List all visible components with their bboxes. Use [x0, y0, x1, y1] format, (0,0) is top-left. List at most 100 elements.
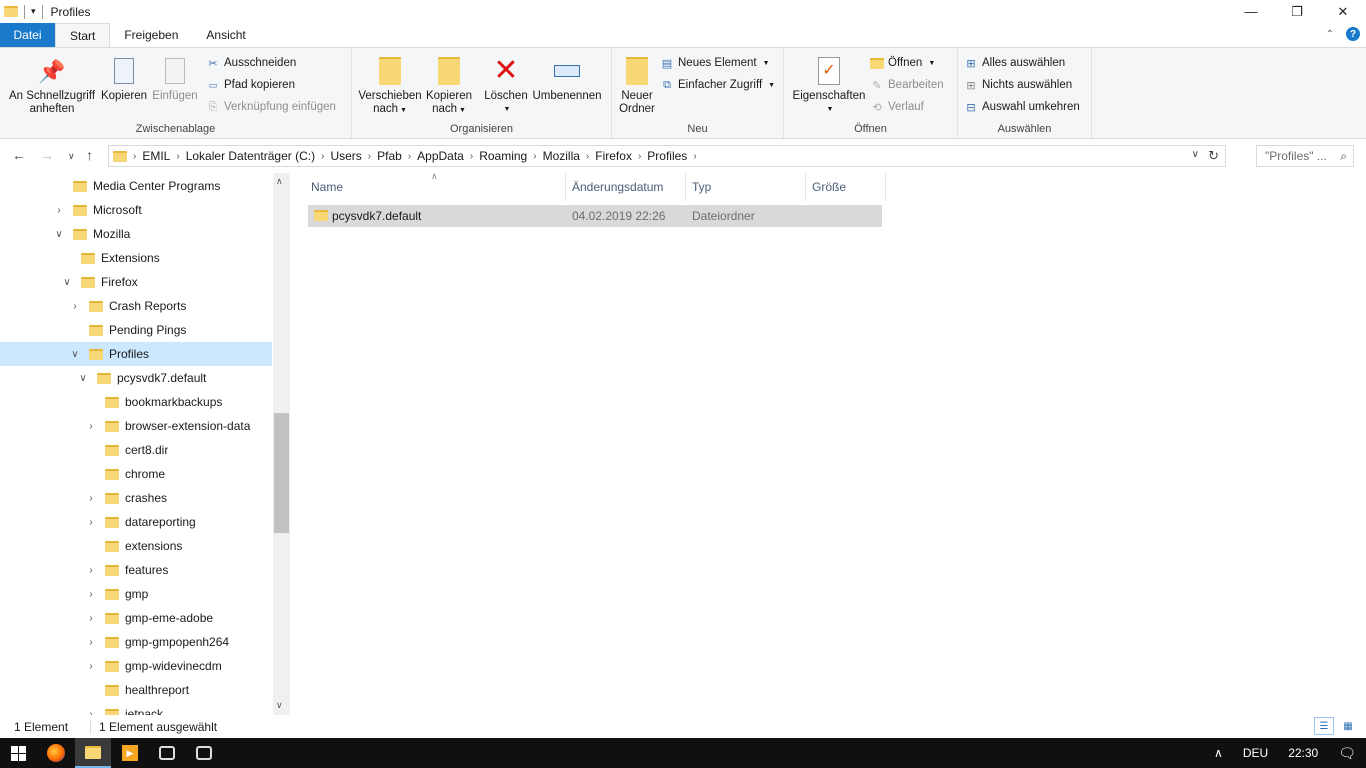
- address-bar[interactable]: › EMIL › Lokaler Datenträger (C:) › Users ›…: [108, 145, 1226, 167]
- chevron-right-icon[interactable]: ›: [84, 493, 98, 504]
- scroll-up-icon[interactable]: ∧: [276, 176, 283, 187]
- refresh-icon[interactable]: ↻: [1208, 148, 1219, 164]
- tree-item[interactable]: › gmp-gmpopenh264: [0, 630, 272, 654]
- chevron-right-icon[interactable]: ›: [533, 151, 536, 162]
- new-folder-button[interactable]: Neuer Ordner: [616, 54, 658, 116]
- restore-button[interactable]: ❐: [1274, 0, 1320, 23]
- tree-item[interactable]: extensions: [0, 534, 272, 558]
- history-button[interactable]: ⟲ Verlauf: [870, 98, 923, 116]
- help-icon[interactable]: ?: [1346, 27, 1360, 41]
- chevron-down-icon[interactable]: ∨: [1192, 149, 1199, 160]
- chevron-right-icon[interactable]: ›: [84, 613, 98, 624]
- tree-item[interactable]: › jetpack: [0, 702, 272, 715]
- tree-item[interactable]: › gmp-widevinecdm: [0, 654, 272, 678]
- new-item-button[interactable]: ▤ Neues Element ▼: [660, 54, 770, 72]
- search-icon[interactable]: ⌕: [1340, 149, 1347, 164]
- tree-item-selected[interactable]: ∨ Profiles: [0, 342, 272, 366]
- chevron-right-icon[interactable]: ›: [321, 151, 324, 162]
- chevron-right-icon[interactable]: ›: [84, 565, 98, 576]
- breadcrumb-item[interactable]: Mozilla: [543, 149, 580, 163]
- tree-item[interactable]: chrome: [0, 462, 272, 486]
- navigation-scrollbar[interactable]: ∧ ∨: [273, 173, 290, 715]
- chevron-right-icon[interactable]: ›: [84, 517, 98, 528]
- breadcrumb-item[interactable]: Users: [330, 149, 361, 163]
- column-header-type[interactable]: Typ: [686, 173, 806, 201]
- select-all-button[interactable]: ⊞ Alles auswählen: [964, 54, 1065, 72]
- breadcrumb-item[interactable]: Firefox: [595, 149, 632, 163]
- select-none-button[interactable]: ⊞ Nichts auswählen: [964, 76, 1072, 94]
- tree-item[interactable]: › gmp-eme-adobe: [0, 606, 272, 630]
- tree-item[interactable]: Extensions: [0, 246, 272, 270]
- notifications-icon[interactable]: 🗨: [1328, 745, 1366, 762]
- chevron-right-icon[interactable]: ›: [52, 205, 66, 216]
- paste-button[interactable]: Einfügen: [150, 54, 200, 103]
- chevron-right-icon[interactable]: ›: [68, 301, 82, 312]
- chevron-right-icon[interactable]: ›: [586, 151, 589, 162]
- chevron-right-icon[interactable]: ›: [408, 151, 411, 162]
- column-header-size[interactable]: Größe: [806, 173, 886, 201]
- breadcrumb-item[interactable]: AppData: [417, 149, 464, 163]
- tab-view[interactable]: Ansicht: [192, 23, 259, 47]
- breadcrumb-item[interactable]: Profiles: [647, 149, 687, 163]
- pin-to-quick-access-button[interactable]: 📌 An Schnellzugriff anheften: [6, 54, 98, 116]
- tab-start[interactable]: Start: [55, 23, 111, 47]
- file-explorer-taskbar-button[interactable]: [75, 738, 111, 768]
- tree-item[interactable]: › gmp: [0, 582, 272, 606]
- open-button[interactable]: Öffnen ▼: [870, 54, 935, 72]
- minimize-button[interactable]: —: [1228, 0, 1274, 23]
- chevron-right-icon[interactable]: ›: [84, 661, 98, 672]
- chevron-down-icon[interactable]: ∨: [68, 349, 82, 360]
- chevron-right-icon[interactable]: ›: [693, 151, 696, 162]
- tree-item[interactable]: bookmarkbackups: [0, 390, 272, 414]
- move-to-button[interactable]: Verschieben nach ▼: [356, 54, 424, 117]
- app-taskbar-button[interactable]: [186, 738, 222, 768]
- breadcrumb-item[interactable]: Roaming: [479, 149, 527, 163]
- start-button[interactable]: [0, 738, 36, 768]
- customize-quick-access-icon[interactable]: ▾: [31, 6, 36, 17]
- large-icons-view-icon[interactable]: ▦: [1338, 717, 1358, 735]
- firefox-taskbar-button[interactable]: [38, 738, 74, 768]
- collapse-ribbon-icon[interactable]: ⌃: [1326, 29, 1334, 40]
- forward-arrow-icon[interactable]: →: [40, 147, 54, 163]
- tree-item[interactable]: Pending Pings: [0, 318, 272, 342]
- chevron-right-icon[interactable]: ›: [176, 151, 179, 162]
- media-player-taskbar-button[interactable]: ▶: [112, 738, 148, 768]
- chevron-down-icon[interactable]: ∨: [52, 229, 66, 240]
- search-input[interactable]: "Profiles" ... ⌕: [1256, 145, 1354, 167]
- chevron-right-icon[interactable]: ›: [368, 151, 371, 162]
- close-button[interactable]: ✕: [1320, 0, 1366, 23]
- edit-button[interactable]: ✎ Bearbeiten: [870, 76, 943, 94]
- up-arrow-icon[interactable]: ↑: [86, 147, 93, 163]
- details-view-icon[interactable]: ☰: [1314, 717, 1334, 735]
- paste-shortcut-button[interactable]: ⎘ Verknüpfung einfügen: [206, 98, 336, 116]
- invert-selection-button[interactable]: ⊟ Auswahl umkehren: [964, 98, 1079, 116]
- tree-item[interactable]: › Crash Reports: [0, 294, 272, 318]
- clock[interactable]: 22:30: [1278, 746, 1328, 760]
- tree-item[interactable]: › crashes: [0, 486, 272, 510]
- copy-button[interactable]: Kopieren: [100, 54, 148, 103]
- cut-button[interactable]: ✂ Ausschneiden: [206, 54, 296, 72]
- copy-path-button[interactable]: ▭ Pfad kopieren: [206, 76, 295, 94]
- scrollbar-thumb[interactable]: [274, 413, 289, 533]
- tab-file[interactable]: Datei: [0, 23, 55, 47]
- scroll-down-icon[interactable]: ∨: [276, 700, 283, 711]
- tray-chevron-up-icon[interactable]: ∧: [1204, 746, 1233, 760]
- tree-item[interactable]: › datareporting: [0, 510, 272, 534]
- breadcrumb-item[interactable]: EMIL: [142, 149, 170, 163]
- chevron-right-icon[interactable]: ›: [470, 151, 473, 162]
- tree-item[interactable]: ∨ pcysvdk7.default: [0, 366, 272, 390]
- chevron-down-icon[interactable]: ∨: [60, 277, 74, 288]
- copy-to-button[interactable]: Kopieren nach ▼: [424, 54, 474, 117]
- language-indicator[interactable]: DEU: [1233, 746, 1278, 760]
- column-header-date[interactable]: Änderungsdatum: [566, 173, 686, 201]
- tab-share[interactable]: Freigeben: [110, 23, 192, 47]
- file-row[interactable]: pcysvdk7.default 04.02.2019 22:26 Dateio…: [308, 205, 882, 227]
- chevron-right-icon[interactable]: ›: [84, 421, 98, 432]
- tree-item[interactable]: ∨ Firefox: [0, 270, 272, 294]
- chevron-right-icon[interactable]: ›: [84, 589, 98, 600]
- breadcrumb-item[interactable]: Pfab: [377, 149, 402, 163]
- delete-button[interactable]: ✕ Löschen ▼: [482, 54, 530, 116]
- tree-item[interactable]: › Microsoft: [0, 198, 272, 222]
- rename-button[interactable]: Umbenennen: [530, 54, 604, 103]
- properties-button[interactable]: ✓ Eigenschaften ▼: [790, 54, 868, 116]
